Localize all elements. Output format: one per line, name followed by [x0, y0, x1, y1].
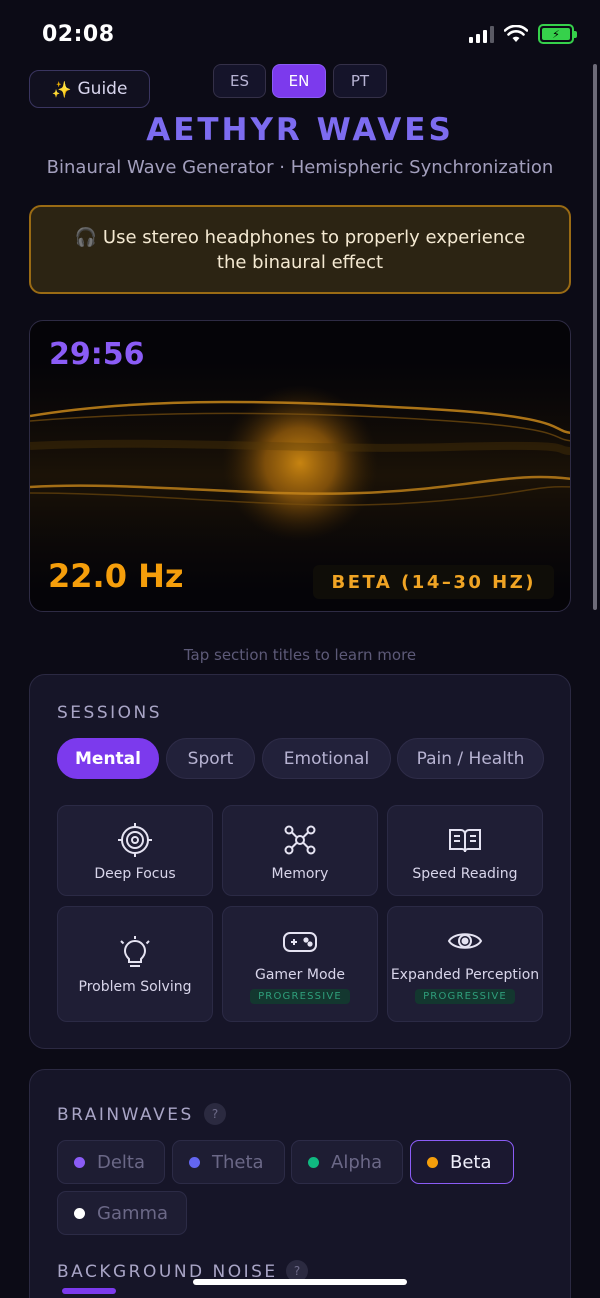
guide-label: Guide: [77, 79, 128, 99]
warning-text: 🎧 Use stereo headphones to properly expe…: [74, 226, 526, 273]
progressive-badge: PROGRESSIVE: [250, 989, 350, 1004]
app-title: AETHYR WAVES: [146, 112, 454, 148]
chip-label: Gamma: [97, 1202, 169, 1224]
session-card-speed-reading[interactable]: Speed Reading: [387, 805, 543, 896]
home-indicator[interactable]: [193, 1279, 407, 1285]
lang-es-button[interactable]: ES: [213, 64, 266, 98]
eye-icon: [447, 933, 483, 949]
chip-label: Theta: [212, 1151, 264, 1173]
brainwaves-panel: BRAINWAVES ? Delta Theta Alpha Beta Gamm…: [29, 1069, 571, 1298]
cellular-signal-icon: [469, 25, 494, 43]
brainwaves-title[interactable]: BRAINWAVES: [57, 1105, 194, 1125]
progressive-badge: PROGRESSIVE: [415, 989, 515, 1004]
tab-pain-health[interactable]: Pain / Health: [397, 738, 544, 779]
chip-label: Delta: [97, 1151, 146, 1173]
network-icon: [284, 825, 316, 855]
session-card-problem-solving[interactable]: Problem Solving: [57, 906, 213, 1022]
session-card-deep-focus[interactable]: Deep Focus: [57, 805, 213, 896]
brainwave-beta[interactable]: Beta: [410, 1140, 514, 1184]
theta-dot: [189, 1156, 200, 1168]
chip-label: Beta: [450, 1151, 492, 1173]
target-icon: [118, 823, 152, 857]
brainwave-alpha[interactable]: Alpha: [291, 1140, 403, 1184]
guide-button[interactable]: ✨ Guide: [29, 70, 150, 108]
delta-dot: [74, 1156, 85, 1168]
brainwave-delta[interactable]: Delta: [57, 1140, 165, 1184]
session-label: Speed Reading: [412, 866, 518, 882]
gamepad-icon: [283, 932, 317, 952]
gamma-dot: [74, 1207, 85, 1219]
sparkles-icon: ✨: [51, 79, 72, 99]
wave-visualizer: 29:56 22.0 Hz BETA (14–30 HZ): [29, 320, 571, 612]
session-card-gamer-mode[interactable]: Gamer Mode PROGRESSIVE: [222, 906, 378, 1022]
status-icons: ⚡: [469, 24, 577, 44]
brainwaves-help-icon[interactable]: ?: [204, 1103, 226, 1125]
session-label: Deep Focus: [94, 866, 176, 882]
brainwave-gamma[interactable]: Gamma: [57, 1191, 187, 1235]
session-label: Expanded Perception: [390, 967, 540, 983]
frequency-readout: 22.0 Hz: [48, 557, 184, 595]
headphones-warning: 🎧 Use stereo headphones to properly expe…: [29, 205, 571, 294]
alpha-dot: [308, 1156, 319, 1168]
session-card-expanded-perception[interactable]: Expanded Perception PROGRESSIVE: [387, 906, 543, 1022]
tab-emotional[interactable]: Emotional: [262, 738, 391, 779]
tab-mental[interactable]: Mental: [57, 738, 159, 779]
status-bar: 02:08 ⚡: [0, 0, 600, 64]
sessions-title[interactable]: SESSIONS: [57, 703, 162, 723]
session-label: Problem Solving: [78, 979, 192, 995]
beta-dot: [427, 1156, 438, 1168]
session-label: Gamer Mode: [254, 967, 346, 983]
lightbulb-icon: [120, 936, 150, 967]
sessions-panel: SESSIONS Mental Sport Emotional Pain / H…: [29, 674, 571, 1049]
battery-charging-icon: ⚡: [538, 24, 577, 44]
lang-pt-button[interactable]: PT: [333, 64, 387, 98]
tab-sport[interactable]: Sport: [166, 738, 255, 779]
wifi-icon: [504, 25, 528, 42]
lang-en-button[interactable]: EN: [272, 64, 326, 98]
session-timer: 29:56: [49, 337, 145, 372]
brainwave-theta[interactable]: Theta: [172, 1140, 285, 1184]
hint-text: Tap section titles to learn more: [183, 646, 417, 664]
app-subtitle: Binaural Wave Generator · Hemispheric Sy…: [46, 157, 554, 178]
chip-label: Alpha: [331, 1151, 383, 1173]
session-card-memory[interactable]: Memory: [222, 805, 378, 896]
status-time: 02:08: [42, 22, 115, 47]
noise-option-peek[interactable]: [62, 1288, 116, 1294]
book-icon: [449, 829, 481, 853]
pulse-orb: [222, 385, 378, 541]
session-label: Memory: [271, 866, 329, 882]
band-label: BETA (14–30 HZ): [313, 565, 554, 599]
